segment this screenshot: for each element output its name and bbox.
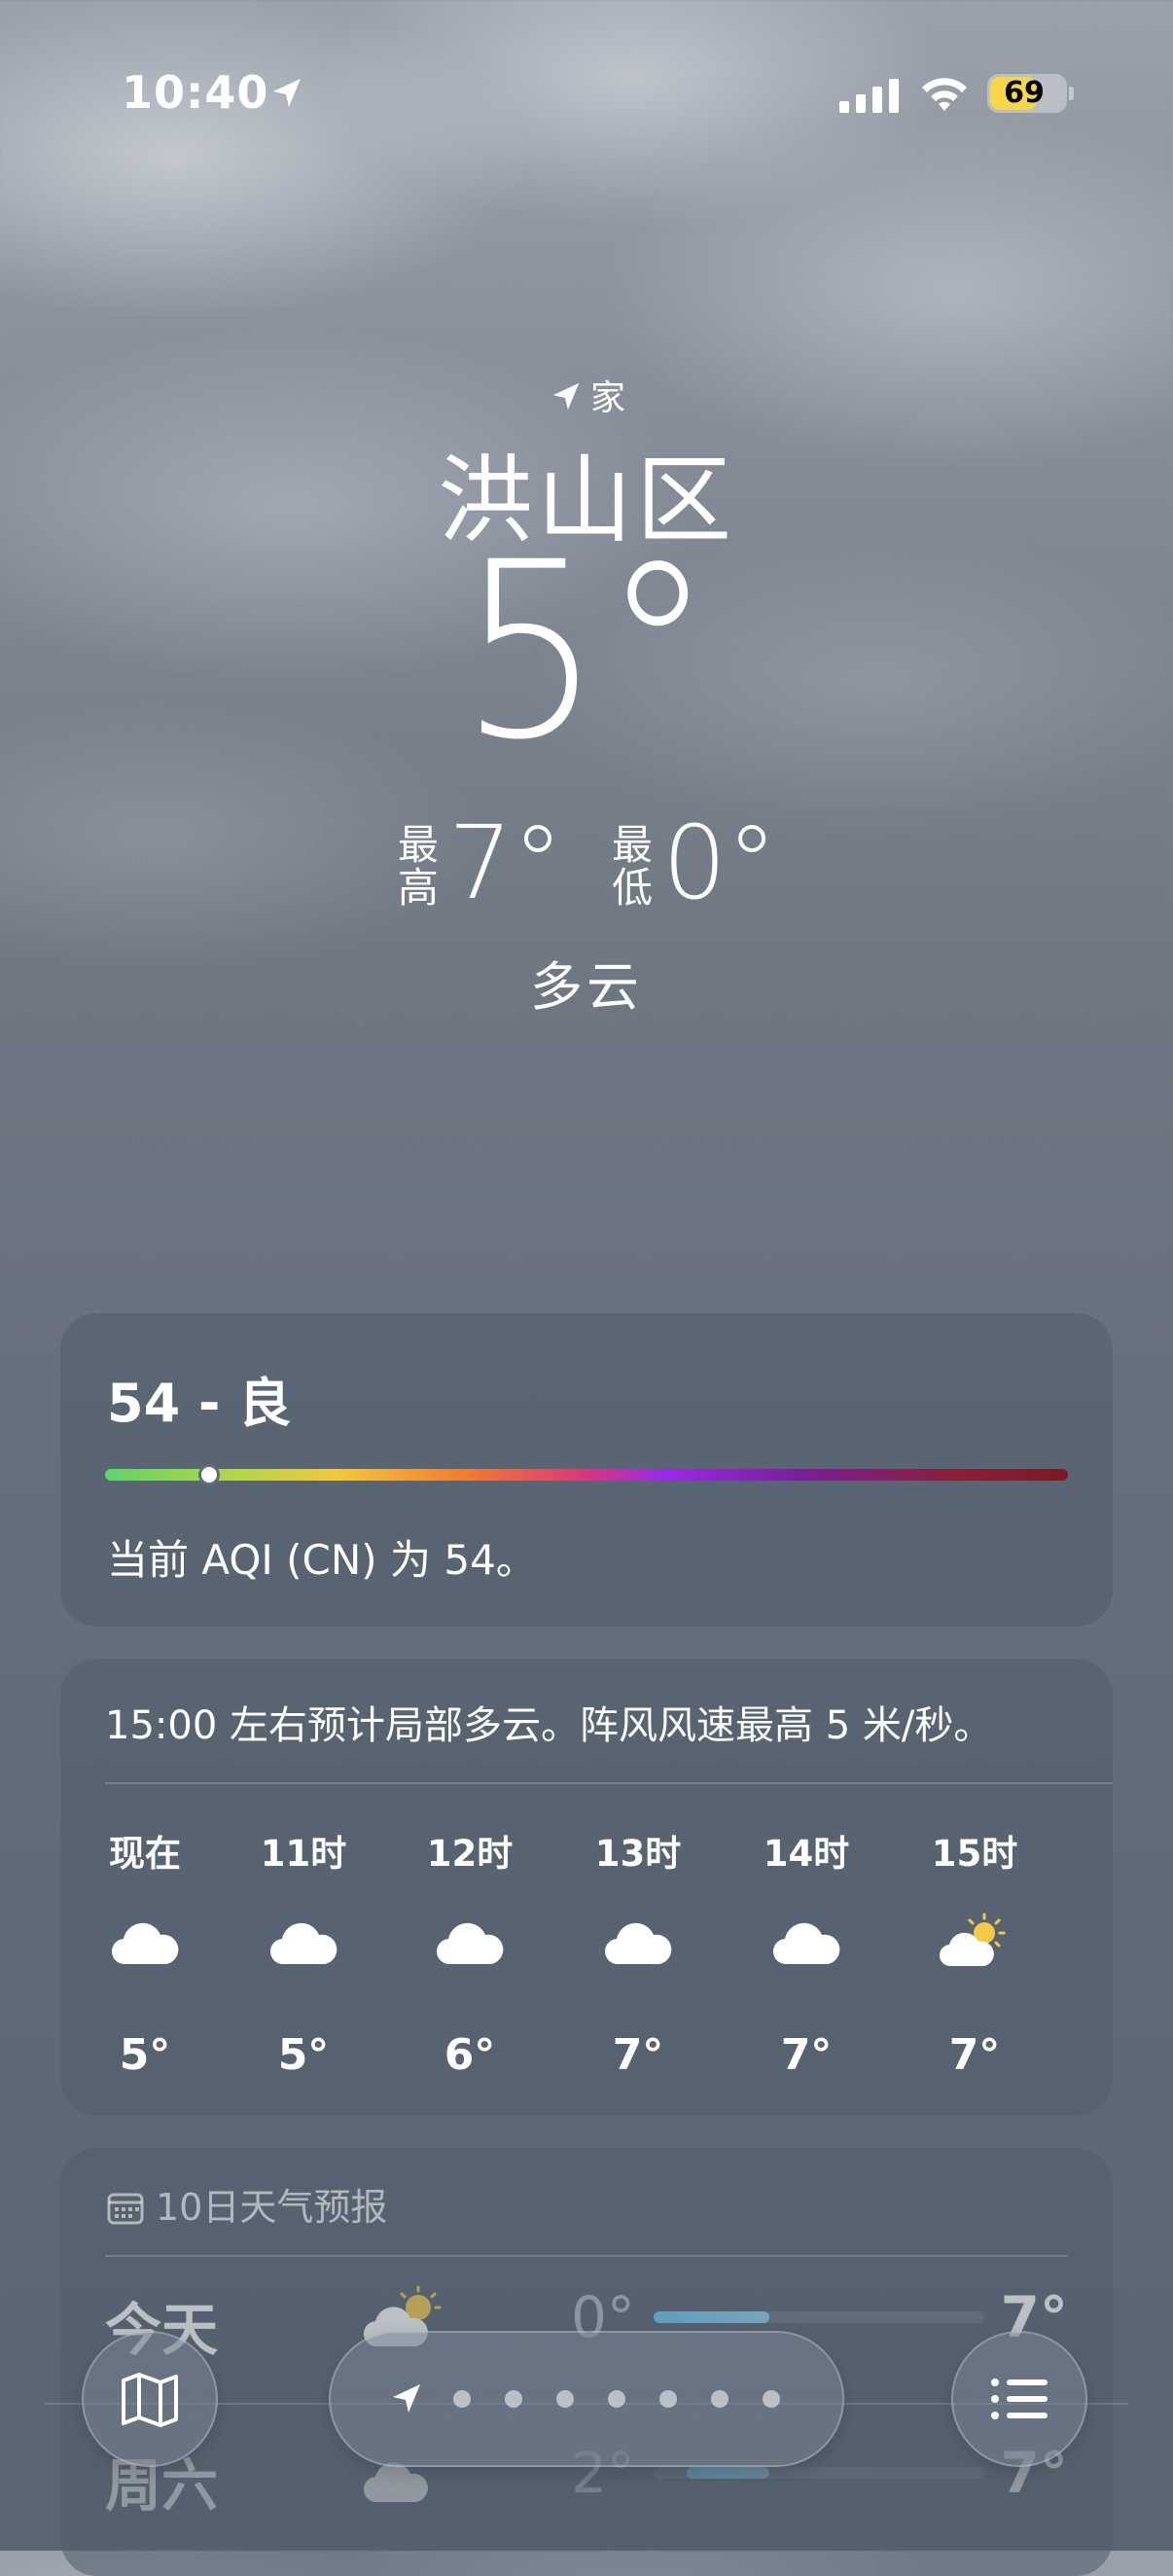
- page-dot[interactable]: [659, 2390, 677, 2408]
- aqi-title: 54 - 良: [107, 1373, 292, 1434]
- temperature-range-fill: [654, 2311, 769, 2323]
- temperature-range-bar: [654, 2467, 984, 2479]
- cloud-icon: [772, 1922, 840, 1965]
- battery-percentage: 69: [1004, 76, 1045, 110]
- hourly-forecast-card[interactable]: 15:00 左右预计局部多云。阵风风速最高 5 米/秒。 现在 5° 11时 5…: [60, 1659, 1113, 2116]
- cloud-icon: [436, 1922, 504, 1965]
- location-label: 家: [0, 370, 1173, 420]
- air-quality-card[interactable]: 54 - 良 当前 AQI (CN) 为 54。: [60, 1313, 1113, 1627]
- hour-item: 15时 7°: [916, 1814, 1033, 2106]
- hour-time: 13时: [594, 1833, 682, 1875]
- hour-temp: 7°: [612, 2030, 664, 2080]
- hour-time: 11时: [260, 1833, 347, 1875]
- page-dot[interactable]: [763, 2390, 780, 2408]
- calendar-icon: [107, 2193, 144, 2225]
- hour-item: 13时 7°: [580, 1814, 696, 2106]
- wifi-icon: [922, 78, 967, 111]
- hour-time: 14时: [763, 1833, 850, 1875]
- high-label: 最高: [396, 824, 441, 910]
- location-label-text: 家: [589, 378, 625, 418]
- divider: [105, 1782, 1113, 1784]
- hour-temp: 6°: [444, 2030, 496, 2080]
- cloud-icon: [111, 1922, 179, 1965]
- aqi-description: 当前 AQI (CN) 为 54。: [107, 1536, 537, 1584]
- temperature-range-fill: [687, 2467, 769, 2479]
- hourly-scroll-row[interactable]: 现在 5° 11时 5° 12时 6° 13时 7° 14时 7° 15时 7°: [60, 1814, 1113, 2106]
- location-arrow-icon: [393, 2384, 420, 2413]
- page-dot[interactable]: [711, 2390, 729, 2408]
- hour-item: 14时 7°: [748, 1814, 865, 2106]
- cellular-signal-icon: [839, 79, 899, 113]
- temperature-range-bar: [654, 2311, 984, 2323]
- page-dot[interactable]: [556, 2390, 574, 2408]
- hour-item: 12时 6°: [411, 1814, 528, 2106]
- page-dot[interactable]: [505, 2390, 522, 2408]
- high-label-line-1: 最: [397, 821, 439, 869]
- hour-item: 11时 5°: [245, 1814, 362, 2106]
- current-temperature: 5°: [0, 530, 1173, 773]
- hour-time: 15时: [931, 1833, 1018, 1875]
- hour-temp: 5°: [277, 2030, 330, 2080]
- location-arrow-icon: [552, 382, 580, 411]
- hour-time: 现在: [109, 1833, 181, 1875]
- hour-temp: 5°: [119, 2030, 171, 2080]
- low-temperature: 0°: [662, 804, 778, 922]
- low-label-line-2: 低: [611, 864, 653, 912]
- hour-item: 现在 5°: [87, 1814, 203, 2106]
- hour-temp: 7°: [948, 2030, 1001, 2080]
- forecast-header: 10日天气预报: [107, 2177, 387, 2231]
- weather-condition: 多云: [530, 956, 643, 1018]
- cloud-icon: [604, 1922, 672, 1965]
- partly-sunny-icon: [940, 1913, 1006, 1967]
- high-label-line-2: 高: [397, 864, 439, 912]
- location-arrow-icon: [273, 79, 301, 107]
- hourly-summary: 15:00 左右预计局部多云。阵风风速最高 5 米/秒。: [105, 1703, 993, 1748]
- page-dot[interactable]: [608, 2390, 625, 2408]
- page-dot[interactable]: [453, 2390, 471, 2408]
- aqi-indicator-dot: [197, 1464, 220, 1485]
- low-label-line-1: 最: [611, 821, 653, 869]
- map-button[interactable]: [82, 2331, 218, 2467]
- cloud-icon: [269, 1922, 338, 1965]
- low-label: 最低: [610, 824, 655, 910]
- status-bar: 10:40 69: [0, 0, 1173, 146]
- high-temperature: 7°: [447, 804, 563, 922]
- aqi-scale-bar: [105, 1469, 1068, 1481]
- map-icon: [122, 2373, 178, 2427]
- battery-indicator: 69: [987, 74, 1067, 113]
- status-time: 10:40: [122, 66, 269, 119]
- forecast-header-text: 10日天气预报: [156, 2186, 388, 2229]
- hour-time: 12时: [426, 1833, 514, 1875]
- hour-temp: 7°: [780, 2030, 833, 2080]
- divider: [105, 2255, 1068, 2257]
- location-page-indicator[interactable]: [329, 2331, 844, 2467]
- current-temperature-value: 5°: [459, 510, 714, 793]
- list-icon: [991, 2379, 1048, 2419]
- battery-cap: [1069, 87, 1074, 100]
- location-list-button[interactable]: [951, 2331, 1087, 2467]
- high-low-temperatures: 最高7° 最低0°: [0, 812, 1173, 913]
